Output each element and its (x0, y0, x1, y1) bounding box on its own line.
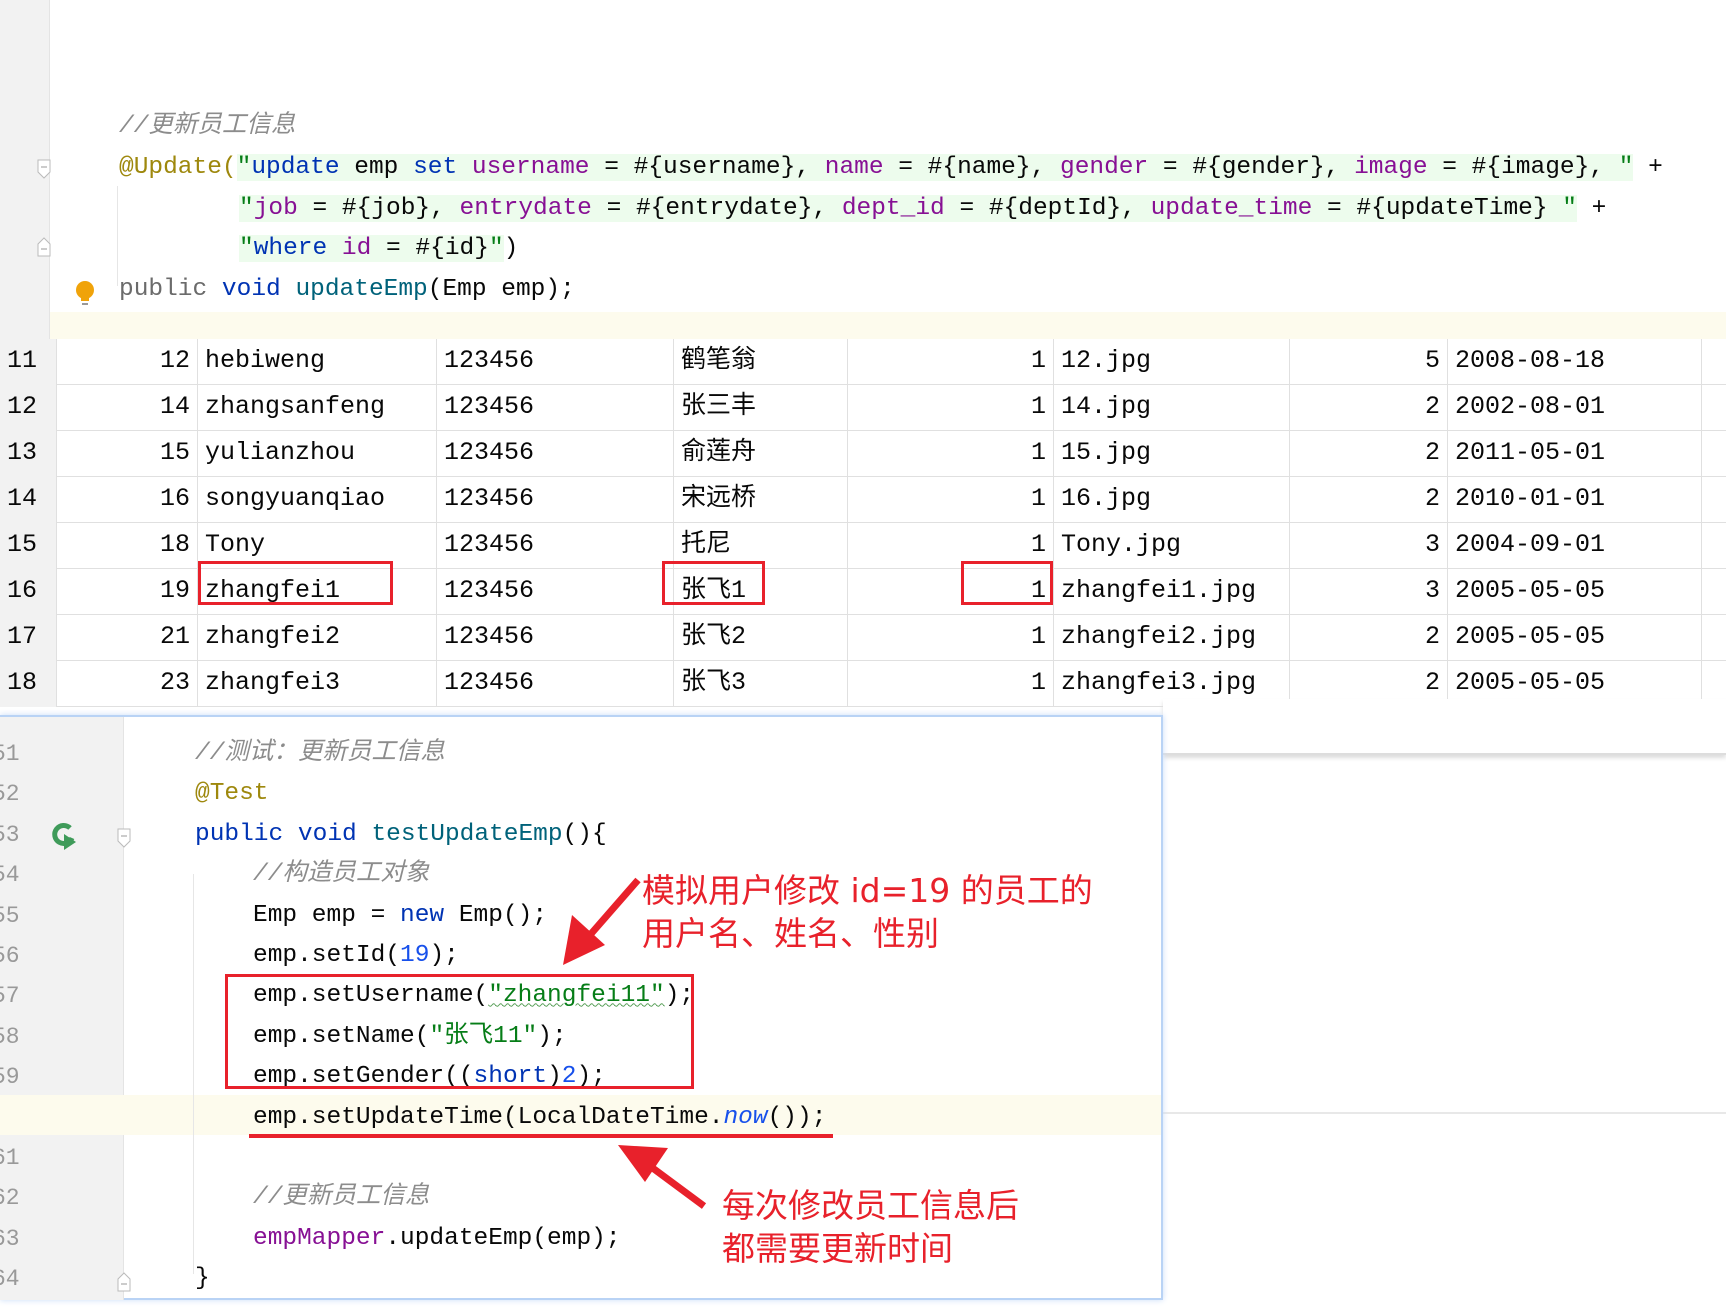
arrow-icon (618, 1145, 707, 1209)
annotation-arrows (563, 877, 707, 1209)
annotation-modify-fields: 模拟用户修改 id=19 的员工的 用户名、姓名、性别 (642, 869, 1093, 955)
annotation-update-time: 每次修改员工信息后 都需要更新时间 (722, 1184, 1019, 1270)
annotation-line: 都需要更新时间 (722, 1229, 953, 1268)
annotation-line: 模拟用户修改 id=19 的员工的 (642, 871, 1093, 910)
annotation-line: 每次修改员工信息后 (722, 1186, 1019, 1225)
arrow-icon (563, 877, 641, 965)
annotation-line: 用户名、姓名、性别 (642, 914, 939, 953)
